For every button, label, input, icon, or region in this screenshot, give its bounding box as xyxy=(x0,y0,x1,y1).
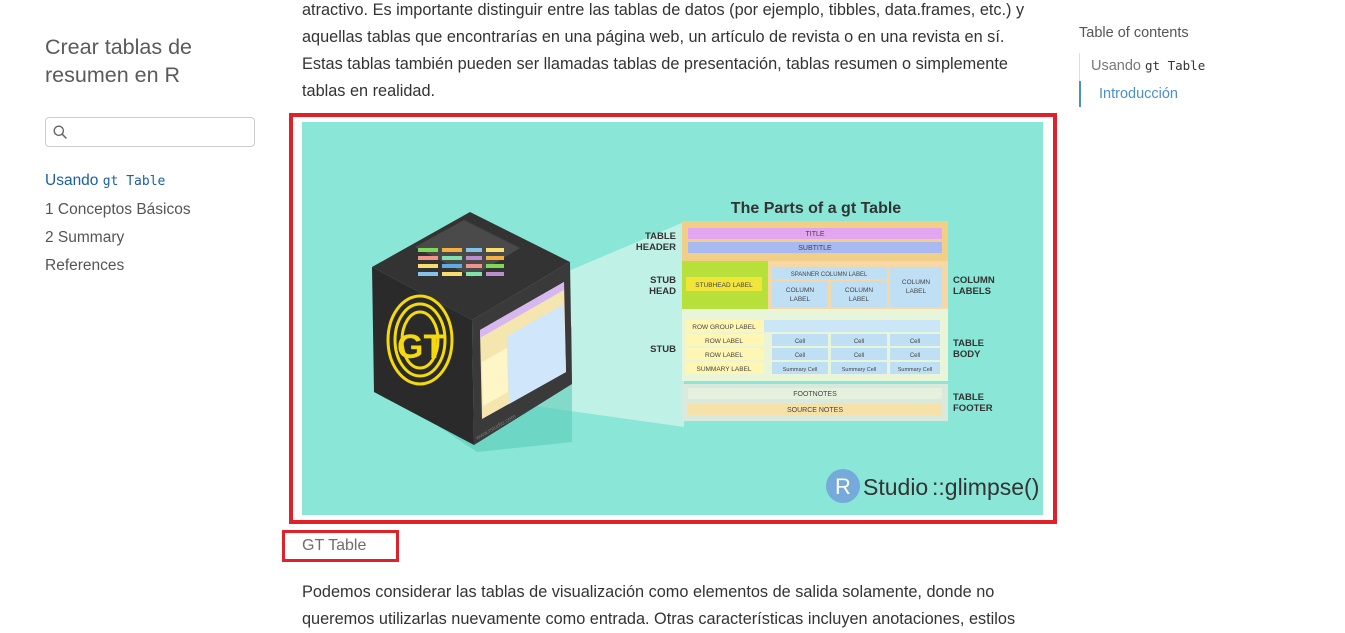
figure-title: The Parts of a gt Table xyxy=(731,200,902,217)
stub-label: STUB xyxy=(650,344,676,355)
cell-part: Cell xyxy=(910,353,920,359)
sidebar-item-label: 2 Summary xyxy=(45,229,125,246)
sidebar-item-usando-gt-table[interactable]: Usando gt Table xyxy=(45,172,165,190)
brand-studio-text: Studio xyxy=(863,474,928,500)
toc-item-label: Introducción xyxy=(1099,86,1178,102)
rstudio-logo-letter: R xyxy=(835,474,851,499)
column-labels-label: LABELS xyxy=(953,286,991,297)
sidebar-item-summary[interactable]: 2 Summary xyxy=(45,229,124,247)
column-labels-label: COLUMN xyxy=(953,275,995,286)
stubhead-label-part: STUBHEAD LABEL xyxy=(695,282,753,289)
table-footer-label: FOOTER xyxy=(953,403,993,414)
table-header-label: HEADER xyxy=(636,242,676,253)
figure-caption: GT Table xyxy=(302,537,367,554)
column-label-part: COLUMN xyxy=(786,287,814,294)
subtitle-part: SUBTITLE xyxy=(798,245,832,252)
toc-active-indicator xyxy=(1079,81,1081,107)
row-group-label-part: ROW GROUP LABEL xyxy=(692,324,756,331)
search-box[interactable] xyxy=(45,117,255,147)
table-header-label: TABLE xyxy=(645,231,676,242)
cell-part: Cell xyxy=(795,353,805,359)
gt-table-figure[interactable]: GT www.rstudio.com The Parts of a gt Tab… xyxy=(302,122,1043,515)
row-label-part: ROW LABEL xyxy=(705,352,743,359)
sidebar-item-label: 1 Conceptos Básicos xyxy=(45,201,191,218)
summary-cell-part: Summary Cell xyxy=(783,367,818,373)
column-label-part: COLUMN xyxy=(845,287,873,294)
toc-item-code: gt xyxy=(1145,58,1161,73)
intro-paragraph: atractivo. Es importante distinguir entr… xyxy=(302,1,1025,100)
stub-head-label: HEAD xyxy=(649,286,676,297)
summary-label-part: SUMMARY LABEL xyxy=(696,366,751,373)
table-body-label: BODY xyxy=(953,349,981,360)
toc-title: Table of contents xyxy=(1079,25,1189,41)
column-label-part: LABEL xyxy=(790,296,811,303)
table-body-label: TABLE xyxy=(953,338,984,349)
cell-part: Cell xyxy=(795,339,805,345)
body-paragraph: Podemos considerar las tablas de visuali… xyxy=(302,583,1016,628)
column-label-part: LABEL xyxy=(849,296,870,303)
gt-diagram: GT www.rstudio.com The Parts of a gt Tab… xyxy=(372,200,1039,503)
table-footer-label: TABLE xyxy=(953,392,984,403)
summary-cell-part: Summary Cell xyxy=(842,367,877,373)
toc-item-code: Table xyxy=(1167,58,1206,73)
sidebar-item-label: Usando xyxy=(45,172,103,189)
cell-part: Cell xyxy=(910,339,920,345)
toc-list: Usando gt Table Introducción xyxy=(1079,53,1260,107)
summary-cell-part: Summary Cell xyxy=(898,367,933,373)
sidebar-item-code: gt Table xyxy=(102,174,166,189)
search-icon xyxy=(53,125,67,139)
gt-logo-text: GT xyxy=(397,328,444,366)
cell-part: Cell xyxy=(854,353,864,359)
column-label-part: LABEL xyxy=(906,288,927,295)
cell-part: Cell xyxy=(854,339,864,345)
source-notes-part: SOURCE NOTES xyxy=(787,407,843,414)
footnotes-part: FOOTNOTES xyxy=(793,391,837,398)
column-label-part: COLUMN xyxy=(902,279,930,286)
toc-item-label: Usando xyxy=(1091,58,1146,74)
brand-glimpse-text: ::glimpse() xyxy=(932,474,1039,500)
sidebar-item-conceptos-basicos[interactable]: 1 Conceptos Básicos xyxy=(45,201,191,219)
toc-item-usando-gt-table[interactable]: Usando gt Table xyxy=(1091,58,1205,74)
toc-item-introduccion[interactable]: Introducción xyxy=(1099,86,1178,102)
sidebar-item-references[interactable]: References xyxy=(45,257,124,275)
sidebar-item-label: References xyxy=(45,257,125,274)
title-part: TITLE xyxy=(805,231,824,238)
search-input[interactable] xyxy=(72,121,251,145)
stub-head-label: STUB xyxy=(650,275,676,286)
row-label-part: ROW LABEL xyxy=(705,338,743,345)
spanner-column-label-part: SPANNER COLUMN LABEL xyxy=(791,272,868,278)
site-title[interactable]: Crear tablas de resumen en R xyxy=(45,33,260,89)
